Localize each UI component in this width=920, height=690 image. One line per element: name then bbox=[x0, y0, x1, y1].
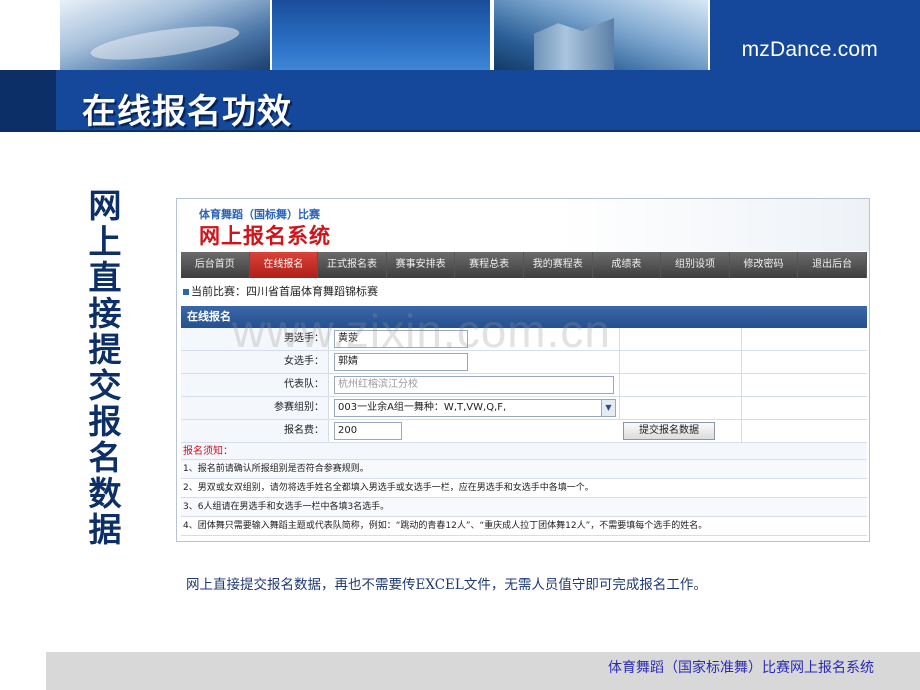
chevron-down-icon[interactable]: ▼ bbox=[601, 400, 615, 416]
current-competition: 当前比赛：四川省首届体育舞蹈锦标赛 bbox=[183, 283, 378, 299]
submit-registration-button[interactable]: 提交报名数据 bbox=[623, 422, 715, 440]
banner-photo-hands bbox=[60, 0, 270, 70]
header-banner: mzDance.com bbox=[0, 0, 920, 70]
column-divider bbox=[741, 351, 742, 373]
column-divider bbox=[619, 397, 620, 419]
group-select-value: 003一业余A组一舞种：W,T,VW,Q,F, bbox=[338, 402, 507, 413]
brand-logo-text: mzDance.com bbox=[741, 38, 878, 61]
nav-item-change-password[interactable]: 修改密码 bbox=[730, 252, 799, 278]
fee-input[interactable]: 200 bbox=[334, 422, 402, 440]
team-input[interactable]: 杭州红榕滨江分校 bbox=[334, 376, 614, 394]
nav-item-my-schedule[interactable]: 我的赛程表 bbox=[524, 252, 593, 278]
footer-text: 体育舞蹈（国家标准舞）比赛网上报名系统 bbox=[608, 660, 874, 676]
nav-item-home[interactable]: 后台首页 bbox=[181, 252, 250, 278]
title-bar-accent bbox=[0, 70, 56, 132]
column-divider bbox=[619, 328, 620, 350]
system-screenshot: 体育舞蹈（国标舞）比赛 网上报名系统 后台首页 在线报名 正式报名表 赛事安排表… bbox=[176, 198, 870, 542]
bullet-icon bbox=[183, 289, 189, 295]
nav-item-logout[interactable]: 退出后台 bbox=[798, 252, 867, 278]
title-bar: 在线报名功效 bbox=[0, 70, 920, 132]
nav-item-group-settings[interactable]: 组别设项 bbox=[661, 252, 730, 278]
nav-item-event-schedule[interactable]: 赛事安排表 bbox=[387, 252, 456, 278]
notice-item: 4、团体舞只需要输入舞蹈主题或代表队简称，例如：“跳动的青春12人”、“重庆成人… bbox=[181, 517, 867, 536]
nav-item-master-schedule[interactable]: 赛程总表 bbox=[455, 252, 524, 278]
column-divider bbox=[619, 374, 620, 396]
brand-panel: mzDance.com bbox=[710, 0, 920, 70]
notice-item: 3、6人组请在男选手和女选手一栏中各填3名选手。 bbox=[181, 498, 867, 517]
system-title: 网上报名系统 bbox=[199, 224, 331, 248]
column-divider bbox=[741, 374, 742, 396]
banner-photo-city bbox=[494, 0, 708, 70]
system-header: 体育舞蹈（国标舞）比赛 网上报名系统 bbox=[177, 199, 869, 251]
nav-item-online-registration[interactable]: 在线报名 bbox=[249, 252, 319, 278]
fee-label: 报名费： bbox=[181, 420, 329, 442]
group-label: 参赛组别： bbox=[181, 397, 329, 419]
watermark: www.zixin.com.cn bbox=[232, 305, 611, 357]
slide-caption: 网上直接提交报名数据，再也不需要传EXCEL文件，无需人员值守即可完成报名工作。 bbox=[186, 577, 707, 593]
form-row-fee: 报名费： 200 提交报名数据 bbox=[181, 420, 867, 443]
slide-title: 在线报名功效 bbox=[82, 92, 292, 132]
notice-item: 1、报名前请确认所报组别是否符合参赛规则。 bbox=[181, 460, 867, 479]
team-label: 代表队： bbox=[181, 374, 329, 396]
column-divider bbox=[741, 420, 742, 442]
banner-photo-blue bbox=[272, 0, 490, 70]
notice-title: 报名须知： bbox=[181, 443, 867, 460]
nav-item-official-entries[interactable]: 正式报名表 bbox=[318, 252, 387, 278]
side-caption: 网上直接提交报名数据 bbox=[83, 188, 122, 548]
column-divider bbox=[741, 328, 742, 350]
group-select[interactable]: 003一业余A组一舞种：W,T,VW,Q,F, ▼ bbox=[334, 399, 616, 417]
nav-item-results[interactable]: 成绩表 bbox=[593, 252, 662, 278]
form-row-group: 参赛组别： 003一业余A组一舞种：W,T,VW,Q,F, ▼ bbox=[181, 397, 867, 420]
system-nav: 后台首页 在线报名 正式报名表 赛事安排表 赛程总表 我的赛程表 成绩表 组别设… bbox=[181, 252, 867, 278]
form-row-team: 代表队： 杭州红榕滨江分校 bbox=[181, 374, 867, 397]
registration-form: 男选手： 黄荥 女选手： 郭婧 代表队： 杭州红榕滨江分校 参赛组别： 003一… bbox=[181, 328, 867, 536]
footer-bar: 体育舞蹈（国家标准舞）比赛网上报名系统 bbox=[46, 652, 920, 690]
column-divider bbox=[741, 397, 742, 419]
column-divider bbox=[619, 351, 620, 373]
notice-item: 2、男双或女双组别，请勿将选手姓名全都填入男选手或女选手一栏，应在男选手和女选手… bbox=[181, 479, 867, 498]
current-competition-text: 当前比赛：四川省首届体育舞蹈锦标赛 bbox=[191, 285, 378, 298]
